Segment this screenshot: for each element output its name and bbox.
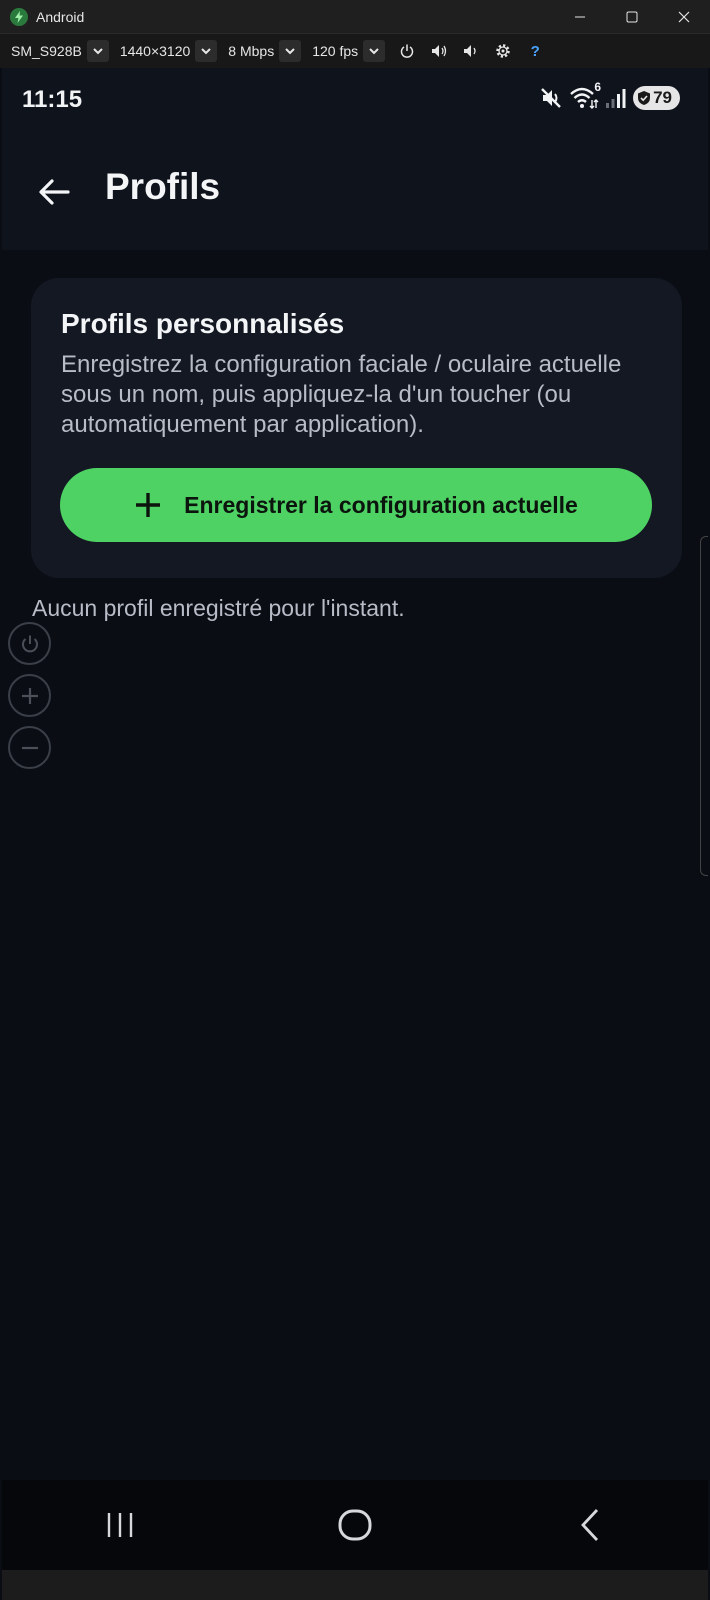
side-volume-up-button[interactable] <box>8 674 51 717</box>
chevron-down-icon <box>363 40 386 62</box>
recents-button[interactable] <box>80 1495 160 1555</box>
close-button[interactable] <box>658 0 710 34</box>
mute-icon <box>541 88 561 108</box>
device-select-label: SM_S928B <box>11 43 82 59</box>
resolution-select-label: 1440×3120 <box>119 43 191 59</box>
device-select[interactable]: SM_S928B <box>6 40 109 62</box>
empty-state-text: Aucun profil enregistré pour l'instant. <box>32 595 405 621</box>
help-button[interactable]: ? <box>519 34 551 68</box>
back-icon <box>581 1509 599 1541</box>
side-drawer-handle[interactable] <box>700 536 708 876</box>
page-title: Profils <box>105 166 221 207</box>
app-logo-icon <box>10 7 28 26</box>
volume-down-icon <box>464 45 476 57</box>
save-configuration-button-label: Enregistrer la configuration actuelle <box>184 491 578 518</box>
minimize-icon <box>575 16 585 18</box>
settings-button[interactable] <box>487 34 519 68</box>
app-bar: Profils <box>2 134 708 250</box>
power-button[interactable] <box>391 34 423 68</box>
volume-up-icon <box>432 45 447 57</box>
window-titlebar: Android <box>0 0 710 34</box>
volume-up-button[interactable] <box>423 34 455 68</box>
home-icon <box>338 1509 372 1541</box>
back-button[interactable] <box>32 170 76 214</box>
shield-icon <box>638 91 651 105</box>
plus-icon <box>21 687 38 704</box>
window-bottom-edge <box>2 1570 708 1600</box>
maximize-icon <box>626 11 638 23</box>
card-description: Enregistrez la configuration faciale / o… <box>61 351 622 438</box>
bitrate-select-label: 8 Mbps <box>228 43 275 59</box>
phone-screen: 11:15 6 79 Profils Profils personnalisés… <box>2 68 708 1600</box>
power-icon <box>400 44 414 58</box>
nav-back-button[interactable] <box>550 1495 630 1555</box>
side-volume-down-button[interactable] <box>8 726 51 769</box>
chevron-down-icon <box>195 40 218 62</box>
mirror-toolbar: SM_S928B 1440×3120 8 Mbps 120 fps ? <box>0 34 710 68</box>
gear-icon <box>496 44 510 58</box>
home-button[interactable] <box>315 1495 395 1555</box>
volume-down-button[interactable] <box>455 34 487 68</box>
status-time: 11:15 <box>22 86 83 113</box>
navigation-bar <box>2 1480 708 1570</box>
close-icon <box>678 11 690 23</box>
wifi-badge: 6 <box>594 80 602 94</box>
save-configuration-button[interactable]: Enregistrer la configuration actuelle <box>60 468 652 542</box>
power-icon <box>21 635 38 652</box>
status-bar: 11:15 6 79 <box>2 68 708 134</box>
bitrate-select[interactable]: 8 Mbps <box>223 40 302 62</box>
minimize-button[interactable] <box>554 0 606 34</box>
minus-icon <box>21 746 38 749</box>
battery-level: 79 <box>653 88 672 107</box>
fps-select-label: 120 fps <box>312 43 359 59</box>
card-title: Profils personnalisés <box>61 308 345 339</box>
fps-select[interactable]: 120 fps <box>307 40 386 62</box>
chevron-down-icon <box>86 40 109 62</box>
arrow-back-icon <box>39 179 70 205</box>
wifi-indicator: 6 <box>569 80 601 110</box>
side-power-button[interactable] <box>8 622 51 665</box>
custom-profiles-card: Profils personnalisés Enregistrez la con… <box>31 278 682 578</box>
window-title: Android <box>36 8 85 25</box>
battery-indicator: 79 <box>633 86 680 110</box>
resolution-select[interactable]: 1440×3120 <box>115 40 218 62</box>
recents-icon <box>107 1513 132 1537</box>
chevron-down-icon <box>279 40 302 62</box>
maximize-button[interactable] <box>606 0 658 34</box>
signal-icon <box>606 89 626 108</box>
plus-icon <box>134 491 162 519</box>
